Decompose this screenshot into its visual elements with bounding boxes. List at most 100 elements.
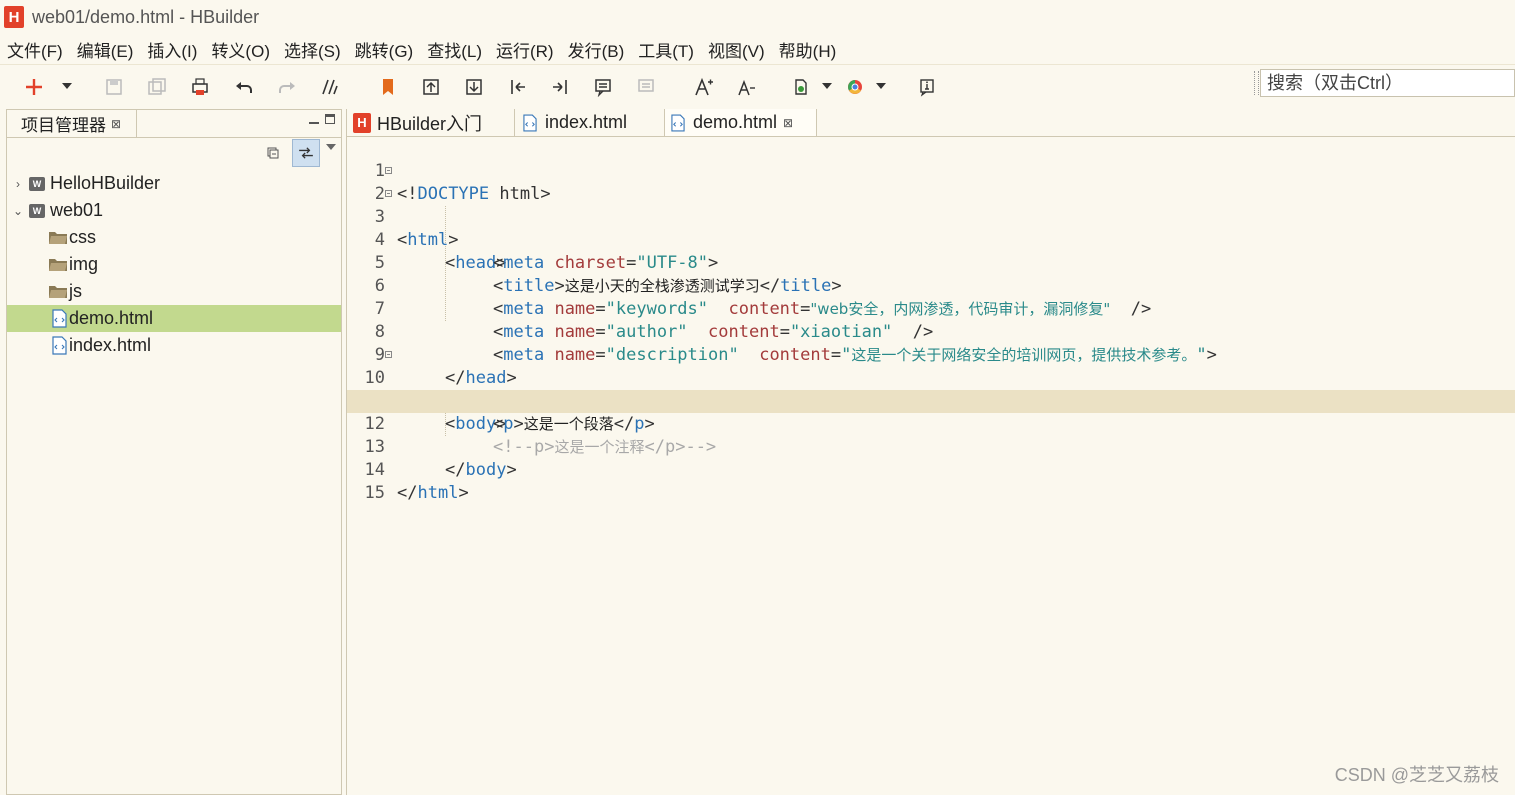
minimize-icon[interactable] — [309, 114, 319, 124]
code-line[interactable]: 3 <head> — [347, 183, 1515, 273]
search-input[interactable] — [1261, 70, 1515, 96]
code-line[interactable]: 5 <title>这是小天的全栈渗透测试学习</title> — [347, 229, 1515, 296]
code-line[interactable]: 4 <meta charset="UTF-8"> — [347, 206, 1515, 273]
menu-help[interactable]: 帮助(H) — [772, 37, 844, 62]
font-decrease-button[interactable] — [734, 75, 758, 99]
run-button[interactable] — [789, 75, 813, 99]
close-icon[interactable]: ⊠ — [111, 117, 121, 131]
watermark: CSDN @芝芝又荔枝 — [1334, 765, 1499, 785]
tab-label: index.html — [545, 112, 628, 132]
tree-item-label: js — [69, 281, 82, 301]
menu-select[interactable]: 选择(S) — [277, 37, 348, 62]
code-line-current[interactable]: 12 <!--p>这是一个注释</p>--> — [347, 390, 1515, 457]
font-increase-button[interactable] — [692, 75, 716, 99]
plus-icon — [26, 79, 42, 95]
menu-publish[interactable]: 发行(B) — [561, 37, 632, 62]
project-explorer-tabbar: 项目管理器 ⊠ — [7, 110, 341, 138]
menu-find[interactable]: 查找(L) — [420, 37, 489, 62]
comment-button[interactable] — [591, 75, 615, 99]
code-editor: H HBuilder入门 index.html demo.html ⊠ 1 <!… — [346, 109, 1515, 795]
tree-item-index-html[interactable]: index.html — [7, 332, 341, 359]
code-area[interactable]: 1 <!DOCTYPE html> 2 <html> 3 <head> 4 <m… — [347, 137, 1515, 795]
font-decrease-icon — [738, 79, 755, 96]
chevron-down-icon[interactable]: ⌄ — [13, 204, 23, 218]
tab-index-html[interactable]: index.html — [515, 109, 665, 136]
tree-item-hellohbuilder[interactable]: › W HelloHBuilder — [7, 170, 341, 197]
code-line[interactable]: 13 </body> — [347, 413, 1515, 480]
code-line[interactable]: 14 </html> — [347, 436, 1515, 503]
tab-label: HBuilder入门 — [377, 113, 483, 134]
code-line[interactable]: 15 — [347, 459, 1515, 503]
code-line[interactable]: 10 <body> — [347, 344, 1515, 434]
code-line[interactable]: 11 <p>这是一个段落</p> — [347, 367, 1515, 434]
menu-view[interactable]: 视图(V) — [701, 37, 772, 62]
save-button[interactable] — [102, 75, 126, 99]
save-all-button[interactable] — [145, 75, 169, 99]
format-icon — [322, 79, 338, 95]
link-with-editor-button[interactable] — [292, 139, 320, 167]
tree-item-web01[interactable]: ⌄ W web01 — [7, 197, 341, 224]
new-button[interactable] — [22, 75, 46, 99]
editor-tabbar: H HBuilder入门 index.html demo.html ⊠ — [347, 109, 1515, 137]
menu-bar: 文件(F) 编辑(E) 插入(I) 转义(O) 选择(S) 跳转(G) 查找(L… — [0, 34, 1515, 64]
fold-toggle-icon[interactable] — [385, 351, 392, 358]
info-button[interactable] — [915, 75, 939, 99]
browser-button[interactable] — [843, 75, 867, 99]
goto-line-start-button[interactable] — [506, 75, 530, 99]
code-line[interactable]: 9 </head> — [347, 321, 1515, 388]
menu-file[interactable]: 文件(F) — [0, 37, 70, 62]
tab-project-explorer[interactable]: 项目管理器 ⊠ — [7, 110, 137, 137]
print-button[interactable] — [188, 75, 212, 99]
uncomment-button[interactable] — [634, 75, 658, 99]
menu-edit[interactable]: 编辑(E) — [70, 37, 141, 62]
tree-item-css[interactable]: css — [7, 224, 341, 251]
new-dropdown-arrow[interactable] — [62, 83, 72, 89]
collapse-all-icon[interactable] — [267, 147, 279, 159]
tab-hbuilder-intro[interactable]: H HBuilder入门 — [347, 109, 515, 136]
menu-goto[interactable]: 跳转(G) — [348, 37, 421, 62]
goto-top-button[interactable] — [419, 75, 443, 99]
tree-item-label: css — [69, 227, 96, 247]
redo-button[interactable] — [275, 75, 299, 99]
code-line[interactable]: 7 <meta name="author" content="xiaotian"… — [347, 275, 1515, 342]
tree-item-demo-html[interactable]: demo.html — [7, 305, 341, 332]
goto-line-end-button[interactable] — [548, 75, 572, 99]
menu-tools[interactable]: 工具(T) — [631, 37, 701, 62]
code-line[interactable]: 6 <meta name="keywords" content="web安全，内… — [347, 252, 1515, 319]
tree-item-img[interactable]: img — [7, 251, 341, 278]
undo-button[interactable] — [232, 75, 256, 99]
redo-icon — [279, 82, 295, 93]
toolbar-grip[interactable] — [1254, 71, 1259, 95]
bookmark-button[interactable] — [376, 75, 400, 99]
save-icon — [106, 79, 122, 95]
fold-toggle-icon[interactable] — [385, 167, 392, 174]
menu-run[interactable]: 运行(R) — [489, 37, 561, 62]
format-button[interactable] — [318, 75, 342, 99]
run-dropdown-arrow[interactable] — [822, 83, 832, 89]
code-line[interactable]: 1 <!DOCTYPE html> — [347, 137, 1515, 204]
goto-bottom-button[interactable] — [462, 75, 486, 99]
view-menu-dropdown-arrow[interactable] — [326, 144, 336, 150]
html-file-icon — [52, 336, 67, 355]
tree-item-label: HelloHBuilder — [50, 173, 161, 193]
search-box[interactable] — [1260, 69, 1515, 97]
tab-demo-html[interactable]: demo.html ⊠ — [665, 109, 817, 136]
menu-insert[interactable]: 插入(I) — [140, 37, 204, 62]
web-project-icon: W — [29, 203, 45, 218]
info-icon — [920, 79, 934, 97]
fold-toggle-icon[interactable] — [385, 190, 392, 197]
comment-icon — [595, 79, 611, 97]
maximize-icon[interactable] — [325, 114, 335, 124]
html-file-icon — [523, 114, 537, 131]
menu-escape[interactable]: 转义(O) — [204, 37, 277, 62]
token: html — [417, 483, 459, 503]
chevron-right-icon[interactable]: › — [13, 177, 23, 191]
project-tree: › W HelloHBuilder ⌄ W web01 css img js d… — [7, 170, 341, 359]
code-line[interactable]: 2 <html> — [347, 160, 1515, 250]
browser-dropdown-arrow[interactable] — [876, 83, 886, 89]
project-explorer-tab-label: 项目管理器 — [21, 116, 106, 135]
folder-icon — [49, 232, 67, 244]
close-icon[interactable]: ⊠ — [783, 116, 793, 130]
tree-item-js[interactable]: js — [7, 278, 341, 305]
code-line[interactable]: 8 <meta name="description" content="这是一个… — [347, 298, 1515, 365]
